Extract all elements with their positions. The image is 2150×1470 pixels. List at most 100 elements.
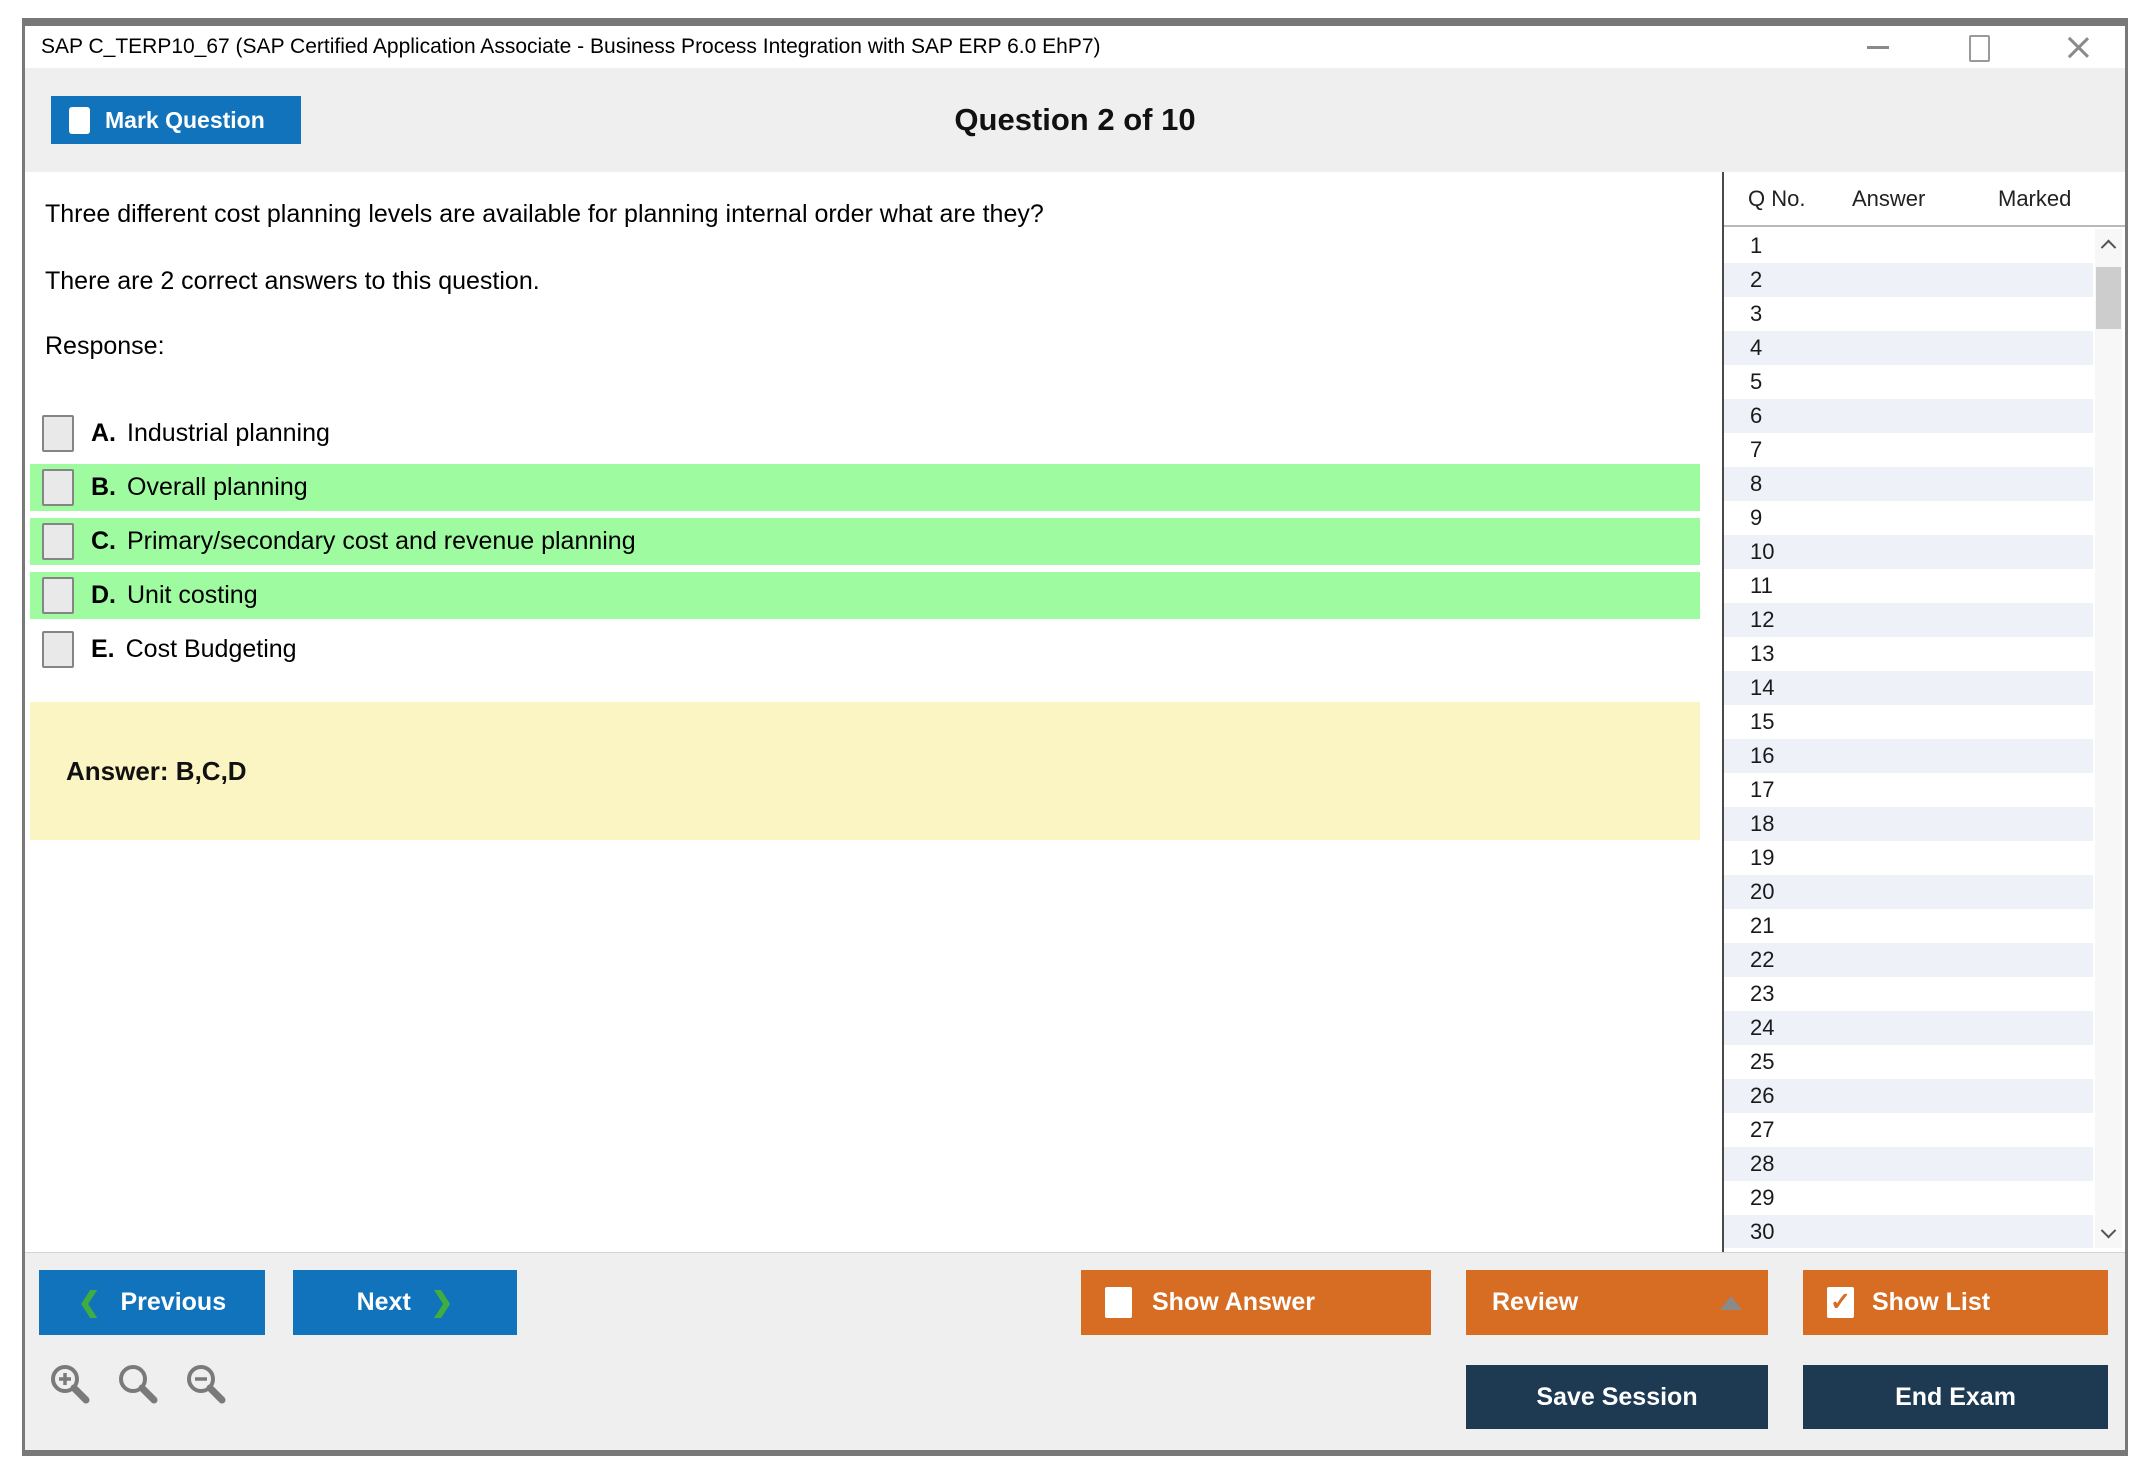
option-row-e[interactable]: E. Cost Budgeting bbox=[30, 626, 1700, 673]
question-text: Three different cost planning levels are… bbox=[45, 200, 1044, 228]
question-number: 19 bbox=[1750, 845, 1775, 870]
question-list-row[interactable]: 29 bbox=[1724, 1181, 2093, 1215]
column-header-qno: Q No. bbox=[1748, 186, 1806, 211]
scroll-up-button[interactable] bbox=[2095, 229, 2122, 259]
next-label: Next bbox=[356, 1288, 411, 1316]
question-list-row[interactable]: 20 bbox=[1724, 875, 2093, 909]
question-number: 7 bbox=[1750, 437, 1763, 462]
option-row-c[interactable]: C. Primary/secondary cost and revenue pla… bbox=[30, 518, 1700, 565]
option-text: Primary/secondary cost and revenue plann… bbox=[127, 527, 636, 555]
question-list-row[interactable]: 1 bbox=[1724, 229, 2093, 263]
save-session-button[interactable]: Save Session bbox=[1466, 1365, 1768, 1429]
show-answer-button[interactable]: Show Answer bbox=[1081, 1270, 1431, 1335]
option-letter: B. bbox=[91, 473, 116, 501]
magnifier-plus-icon[interactable] bbox=[47, 1361, 93, 1407]
question-list-header: Q No. Answer Marked bbox=[1724, 172, 2125, 227]
end-exam-label: End Exam bbox=[1895, 1382, 2016, 1411]
question-number: 21 bbox=[1750, 913, 1775, 938]
previous-label: Previous bbox=[120, 1288, 227, 1316]
question-number: 4 bbox=[1750, 335, 1763, 360]
question-number: 1 bbox=[1750, 233, 1763, 258]
question-list-row[interactable]: 9 bbox=[1724, 501, 2093, 535]
question-number: 17 bbox=[1750, 777, 1775, 802]
question-number: 26 bbox=[1750, 1083, 1775, 1108]
chevron-left-icon: ❮ bbox=[77, 1287, 101, 1317]
question-list-row[interactable]: 10 bbox=[1724, 535, 2093, 569]
option-letter: E. bbox=[91, 635, 115, 663]
question-list-row[interactable]: 26 bbox=[1724, 1079, 2093, 1113]
question-counter: Question 2 of 10 bbox=[954, 102, 1196, 137]
question-number: 5 bbox=[1750, 369, 1763, 394]
question-list-row[interactable]: 23 bbox=[1724, 977, 2093, 1011]
end-exam-button[interactable]: End Exam bbox=[1803, 1365, 2108, 1429]
option-row-d[interactable]: D. Unit costing bbox=[30, 572, 1700, 619]
show-list-button[interactable]: ✓ Show List bbox=[1803, 1270, 2108, 1335]
question-number: 25 bbox=[1750, 1049, 1775, 1074]
magnifier-icon[interactable] bbox=[115, 1361, 161, 1407]
question-list-row[interactable]: 30 bbox=[1724, 1215, 2093, 1248]
title-bar: SAP C_TERP10_67 (SAP Certified Applicati… bbox=[25, 26, 2125, 68]
question-list-row[interactable]: 18 bbox=[1724, 807, 2093, 841]
question-list-row[interactable]: 3 bbox=[1724, 297, 2093, 331]
magnifier-minus-icon[interactable] bbox=[183, 1361, 229, 1407]
review-button[interactable]: Review bbox=[1466, 1270, 1768, 1335]
question-list-row[interactable]: 5 bbox=[1724, 365, 2093, 399]
question-list-row[interactable]: 21 bbox=[1724, 909, 2093, 943]
checkbox-unchecked-icon bbox=[69, 106, 90, 134]
question-list-row[interactable]: 15 bbox=[1724, 705, 2093, 739]
question-list-row[interactable]: 6 bbox=[1724, 399, 2093, 433]
scrollbar-thumb[interactable] bbox=[2096, 267, 2121, 329]
question-list-row[interactable]: 7 bbox=[1724, 433, 2093, 467]
next-button[interactable]: Next ❯ bbox=[293, 1270, 517, 1335]
option-row-b[interactable]: B. Overall planning bbox=[30, 464, 1700, 511]
column-header-answer: Answer bbox=[1852, 186, 1926, 211]
question-number: 28 bbox=[1750, 1151, 1775, 1176]
show-list-label: Show List bbox=[1872, 1288, 1991, 1316]
question-area: Three different cost planning levels are… bbox=[25, 172, 1722, 1252]
option-row-a[interactable]: A. Industrial planning bbox=[30, 410, 1700, 457]
chevron-down-icon bbox=[2100, 1222, 2117, 1238]
question-list-row[interactable]: 16 bbox=[1724, 739, 2093, 773]
question-list-row[interactable]: 14 bbox=[1724, 671, 2093, 705]
option-checkbox[interactable] bbox=[42, 631, 74, 668]
mark-question-label: Mark Question bbox=[105, 106, 265, 133]
question-list-row[interactable]: 12 bbox=[1724, 603, 2093, 637]
question-list-row[interactable]: 19 bbox=[1724, 841, 2093, 875]
question-list-rows: 1 2 3 4 5 6 7 8 9 10 11 12 13 14 15 16 17 18 19 20 21 22 23 24 2… bbox=[1724, 229, 2093, 1248]
question-list-row[interactable]: 8 bbox=[1724, 467, 2093, 501]
question-number: 23 bbox=[1750, 981, 1775, 1006]
question-list-row[interactable]: 28 bbox=[1724, 1147, 2093, 1181]
scrollbar[interactable] bbox=[2095, 229, 2122, 1248]
question-list-row[interactable]: 27 bbox=[1724, 1113, 2093, 1147]
question-list-row[interactable]: 22 bbox=[1724, 943, 2093, 977]
mark-question-button[interactable]: Mark Question bbox=[51, 96, 301, 144]
show-answer-label: Show Answer bbox=[1152, 1288, 1315, 1316]
check-icon: ✓ bbox=[1830, 1288, 1851, 1316]
chevron-right-icon: ❯ bbox=[430, 1287, 454, 1317]
question-number: 15 bbox=[1750, 709, 1775, 734]
option-letter: C. bbox=[91, 527, 116, 555]
answer-box: Answer: B,C,D bbox=[30, 702, 1700, 840]
question-list-row[interactable]: 17 bbox=[1724, 773, 2093, 807]
question-number: 29 bbox=[1750, 1185, 1775, 1210]
minimize-icon[interactable] bbox=[1865, 34, 1891, 60]
option-checkbox[interactable] bbox=[42, 469, 74, 506]
question-list-row[interactable]: 24 bbox=[1724, 1011, 2093, 1045]
maximize-icon[interactable] bbox=[1965, 34, 1991, 62]
triangle-up-icon bbox=[1720, 1296, 1742, 1310]
question-number: 30 bbox=[1750, 1219, 1775, 1244]
option-checkbox[interactable] bbox=[42, 415, 74, 452]
question-list-row[interactable]: 2 bbox=[1724, 263, 2093, 297]
scroll-down-button[interactable] bbox=[2095, 1218, 2122, 1248]
save-session-label: Save Session bbox=[1536, 1382, 1698, 1411]
option-checkbox[interactable] bbox=[42, 523, 74, 560]
question-list-row[interactable]: 11 bbox=[1724, 569, 2093, 603]
previous-button[interactable]: ❮ Previous bbox=[39, 1270, 265, 1335]
question-list-row[interactable]: 4 bbox=[1724, 331, 2093, 365]
close-icon[interactable] bbox=[2065, 34, 2091, 60]
question-list-row[interactable]: 13 bbox=[1724, 637, 2093, 671]
option-checkbox[interactable] bbox=[42, 577, 74, 614]
question-number: 14 bbox=[1750, 675, 1775, 700]
response-label: Response: bbox=[45, 332, 165, 360]
question-list-row[interactable]: 25 bbox=[1724, 1045, 2093, 1079]
